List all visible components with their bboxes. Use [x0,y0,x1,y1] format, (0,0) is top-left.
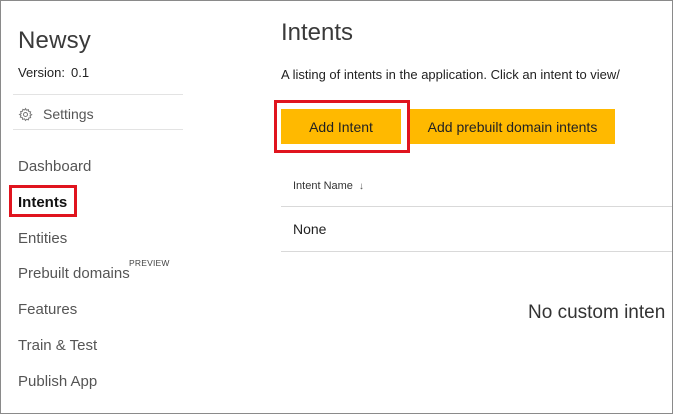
preview-badge: PREVIEW [129,258,170,268]
gear-icon [18,107,33,122]
app-name: Newsy [18,27,92,54]
nav-item-dashboard[interactable]: Dashboard [18,158,91,175]
add-prebuilt-intents-button[interactable]: Add prebuilt domain intents [410,109,615,144]
page-title: Intents [281,19,354,46]
sidebar-divider-bottom [13,129,183,130]
table-header-divider [281,206,672,207]
settings-link[interactable]: Settings [18,104,94,124]
add-intent-button[interactable]: Add Intent [281,109,401,144]
version-label: Version: [18,65,65,80]
column-header-label: Intent Name [293,180,353,192]
nav-item-prebuilt-domains[interactable]: Prebuilt domains [18,265,130,282]
nav-item-publish-app[interactable]: Publish App [18,373,97,390]
app-version: Version: 0.1 [18,65,89,80]
column-header-intent-name[interactable]: Intent Name ↓ [293,180,364,192]
main-content: Intents A listing of intents in the appl… [263,1,672,413]
version-value: 0.1 [70,65,90,80]
nav-item-entities[interactable]: Entities [18,230,67,247]
table-row-divider [281,251,672,252]
app-window: Newsy Version: 0.1 Settings Dashboard Int… [0,0,673,414]
page-description: A listing of intents in the application.… [281,67,620,82]
nav-item-intents[interactable]: Intents [18,194,67,211]
empty-state-message: No custom inten [528,302,666,323]
table-row[interactable]: None [293,221,326,237]
nav-item-train-test[interactable]: Train & Test [18,337,97,354]
sidebar-divider-top [13,94,183,95]
sort-arrow-icon: ↓ [358,180,364,192]
sidebar: Newsy Version: 0.1 Settings Dashboard Int… [1,1,263,413]
settings-label: Settings [43,106,94,122]
nav-item-features[interactable]: Features [18,301,77,318]
